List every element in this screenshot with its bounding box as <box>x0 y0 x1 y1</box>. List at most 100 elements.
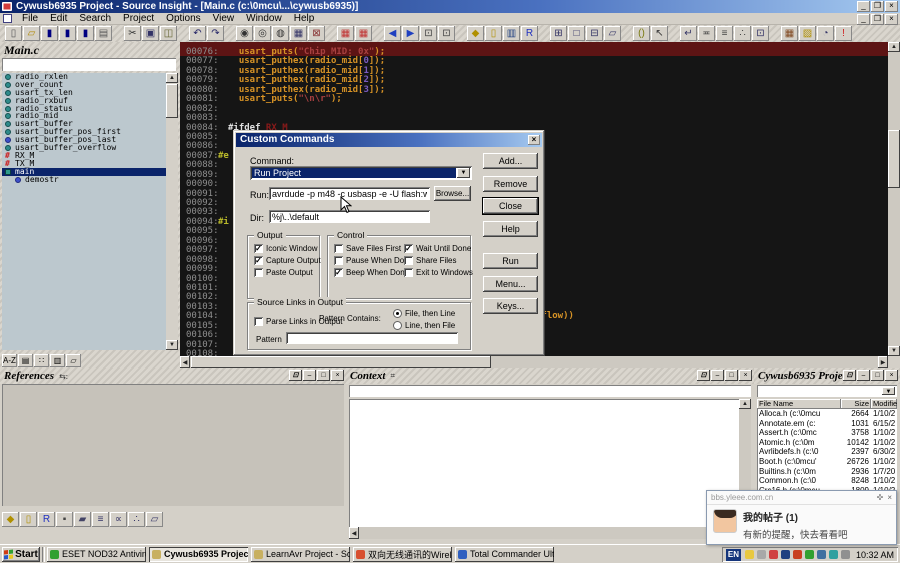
checkbox-pause-when-done[interactable]: Pause When Done <box>334 256 413 265</box>
detail-view-icon[interactable]: ▤ <box>18 354 33 367</box>
checkbox-paste-output[interactable]: Paste Output <box>254 268 313 277</box>
volume-icon[interactable] <box>841 550 850 559</box>
globe-icon[interactable] <box>829 550 838 559</box>
radio-file-then-line[interactable]: File, then Line <box>393 309 455 318</box>
task-button[interactable]: Total Commander Ultima ... <box>455 547 554 562</box>
open-folder-icon[interactable]: ▱ <box>23 26 40 41</box>
note-icon[interactable]: ▨ <box>799 26 816 41</box>
references-dock-icon[interactable]: ⊡ <box>289 370 302 381</box>
display-settings-icon[interactable] <box>745 550 754 559</box>
find-next-icon[interactable]: ◎ <box>254 26 271 41</box>
project-minimize-icon[interactable]: – <box>857 370 870 381</box>
browse-button[interactable]: Browse... <box>434 186 471 201</box>
python-icon[interactable] <box>817 550 826 559</box>
checkbox-save-files-first[interactable]: Save Files First <box>334 244 401 253</box>
next-window-icon[interactable]: ⊡ <box>438 26 455 41</box>
clock-icon[interactable]: ◔ <box>817 26 834 41</box>
save-all-icon[interactable]: ▮ <box>59 26 76 41</box>
remove-button[interactable]: Remove <box>483 176 538 192</box>
undo-icon[interactable]: ↶ <box>189 26 206 41</box>
help-button[interactable]: Help <box>483 221 538 237</box>
context-maximize-icon[interactable]: □ <box>725 370 738 381</box>
context-window-icon[interactable]: ≖ <box>698 26 715 41</box>
context-minimize-icon[interactable]: – <box>711 370 724 381</box>
book-icon[interactable]: ▥ <box>50 354 65 367</box>
menu-search[interactable]: Search <box>73 13 117 25</box>
cascade-icon[interactable]: ▱ <box>604 26 621 41</box>
calendar-icon[interactable]: ▦ <box>781 26 798 41</box>
radio-line-then-file[interactable]: Line, then File <box>393 321 455 330</box>
project-dock-icon[interactable]: ⊡ <box>843 370 856 381</box>
context-horizontal-scrollbar[interactable]: ◀ ▶ <box>349 527 739 539</box>
link-icon[interactable]: ∝ <box>110 512 127 527</box>
command-combo[interactable]: Run Project ▼ <box>250 166 472 180</box>
symbol-colors-icon[interactable]: ∷ <box>34 354 49 367</box>
match-paren-icon[interactable]: () <box>633 26 650 41</box>
dialog-title-bar[interactable]: Custom Commands × <box>236 133 542 147</box>
mdi-minimize-button[interactable]: _ <box>857 14 870 25</box>
network-icon[interactable] <box>805 550 814 559</box>
class-view-icon[interactable]: ⊡ <box>752 26 769 41</box>
stop-icon[interactable]: ! <box>835 26 852 41</box>
build-icon[interactable]: ▦ <box>355 26 372 41</box>
source-insight-logo-icon[interactable]: R <box>38 512 55 527</box>
project-maximize-icon[interactable]: □ <box>871 370 884 381</box>
add-button[interactable]: Add... <box>483 153 538 169</box>
redo-icon[interactable]: ↷ <box>207 26 224 41</box>
symbol-lock-icon[interactable]: ◆ <box>2 512 19 527</box>
find-in-files-icon[interactable]: ▦ <box>290 26 307 41</box>
checkbox-wait-until-done[interactable]: ✓Wait Until Done <box>404 244 471 253</box>
usb-device-icon[interactable] <box>781 550 790 559</box>
table-row[interactable]: Builtins.h (c:\0m29361/7/20 <box>757 467 897 477</box>
mouse-settings-icon[interactable] <box>757 550 766 559</box>
source-insight-logo-icon[interactable]: R <box>521 26 538 41</box>
checkbox-beep-when-done[interactable]: ✓Beep When Done <box>334 268 409 277</box>
references-minimize-icon[interactable]: – <box>303 370 316 381</box>
table-row[interactable]: Boot.h (c:\0mcu'267261/10/2 <box>757 457 897 467</box>
menu-window[interactable]: Window <box>240 13 288 25</box>
symbol-list-scrollbar[interactable]: ▲ ▼ <box>166 73 178 350</box>
start-button[interactable]: Start <box>2 547 40 562</box>
chevron-down-icon[interactable]: ▼ <box>882 387 895 395</box>
references-close-icon[interactable]: × <box>331 370 344 381</box>
menu-button[interactable]: Menu... <box>483 276 538 292</box>
browse-symbols-icon[interactable]: ▯ <box>485 26 502 41</box>
column-header-size[interactable]: Size <box>841 399 871 409</box>
contents-book-icon[interactable]: ▥ <box>503 26 520 41</box>
full-window-icon[interactable]: □ <box>568 26 585 41</box>
mdi-close-button[interactable]: × <box>885 14 898 25</box>
symbol-filter-input[interactable] <box>2 58 176 71</box>
no-connection-icon[interactable] <box>769 550 778 559</box>
table-row[interactable]: Annotate.em (c:10316/15/2 <box>757 419 897 429</box>
table-row[interactable]: Atomic.h (c:\0m101421/10/2 <box>757 438 897 448</box>
document-icon[interactable] <box>3 14 12 23</box>
context-close-icon[interactable]: × <box>739 370 752 381</box>
checkbox-share-files[interactable]: Share Files <box>404 256 456 265</box>
print-icon[interactable]: ▤ <box>95 26 112 41</box>
popup-title[interactable]: 我的帖子 (1) <box>743 509 848 524</box>
select-cursor-icon[interactable]: ↖ <box>651 26 668 41</box>
menu-help[interactable]: Help <box>288 13 321 25</box>
cut-icon[interactable]: ✂ <box>124 26 141 41</box>
editor-vertical-scrollbar[interactable]: ▲ ▼ <box>888 42 900 356</box>
relation-window-icon[interactable]: ≡ <box>716 26 733 41</box>
browse-symbols-icon[interactable]: ▯ <box>20 512 37 527</box>
mdi-restore-button[interactable]: ❐ <box>871 14 884 25</box>
lock-icon[interactable]: ▪ <box>56 512 73 527</box>
new-file-icon[interactable]: ▯ <box>5 26 22 41</box>
project-file-combo[interactable]: ▼ <box>757 385 897 397</box>
xref-toggle-icon[interactable]: ⊠ <box>308 26 325 41</box>
forward-icon[interactable]: ▶ <box>402 26 419 41</box>
table-row[interactable]: Avrlibdefs.h (c:\023976/30/2 <box>757 447 897 457</box>
shield-icon[interactable]: ▰ <box>74 512 91 527</box>
float-window-icon[interactable]: ▱ <box>146 512 163 527</box>
table-row[interactable]: Assert.h (c:\0mc37581/10/2 <box>757 428 897 438</box>
chevron-down-icon[interactable]: ▼ <box>457 168 470 178</box>
tile-grid-icon[interactable]: ⊞ <box>550 26 567 41</box>
references-body[interactable] <box>2 384 344 506</box>
symbol-item-demostr[interactable]: demostr <box>2 176 176 184</box>
menu-project[interactable]: Project <box>117 13 160 25</box>
popup-close-icon[interactable]: × <box>887 493 892 502</box>
symbol-lock-icon[interactable]: ◆ <box>467 26 484 41</box>
menu-file[interactable]: File <box>16 13 44 25</box>
